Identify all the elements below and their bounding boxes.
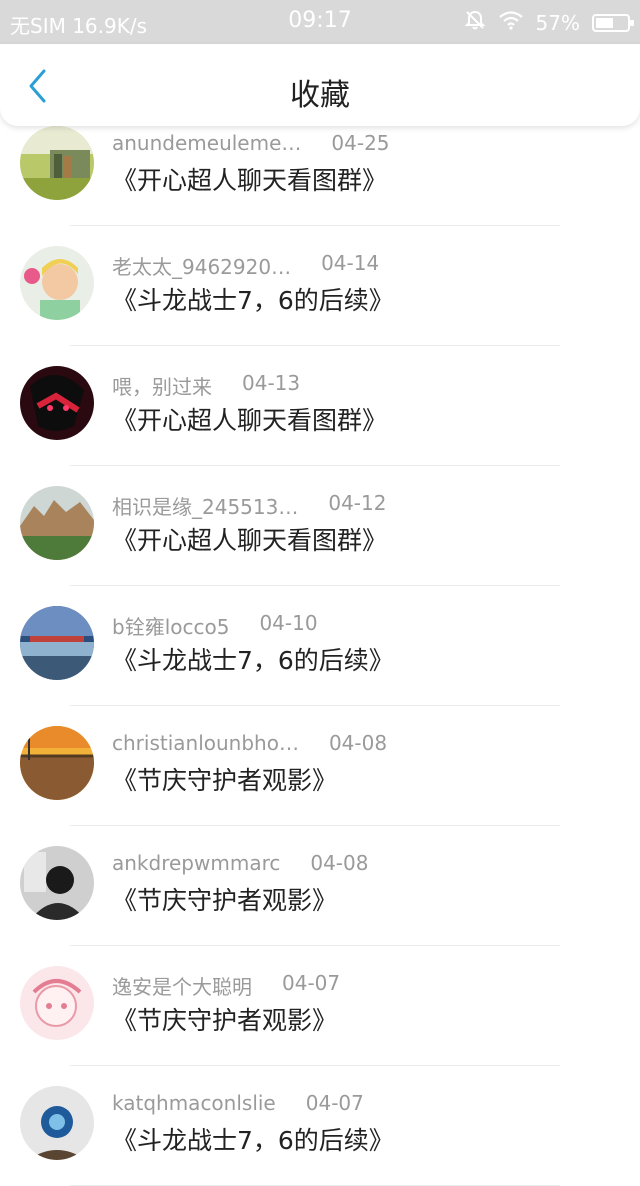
avatar[interactable] — [20, 486, 94, 560]
favorite-item[interactable]: 喂，别过来 04-13 《开心超人聊天看图群》 — [0, 346, 640, 466]
item-meta: anundemeuleme… 04-25 — [112, 131, 390, 155]
item-meta: 老太太_9462920… 04-14 — [112, 251, 379, 280]
date-label: 04-07 — [282, 971, 341, 995]
avatar[interactable] — [20, 366, 94, 440]
favorite-title[interactable]: 《节庆守护者观影》 — [112, 881, 337, 917]
date-label: 04-08 — [328, 731, 388, 755]
date-label: 04-08 — [310, 851, 369, 875]
author-name: 喂，别过来 — [112, 375, 212, 399]
author-name: christianlounbho… — [112, 731, 299, 755]
avatar[interactable] — [20, 1086, 94, 1160]
item-meta: ankdrepwmmarc 04-08 — [112, 851, 368, 875]
favorite-title[interactable]: 《节庆守护者观影》 — [112, 1001, 337, 1037]
avatar[interactable] — [20, 726, 94, 800]
avatar[interactable] — [20, 966, 94, 1040]
status-bar: 无SIM 16.9K/s 09:17 57% — [0, 0, 640, 44]
item-meta: christianlounbho… 04-08 — [112, 731, 387, 755]
favorite-title[interactable]: 《开心超人聊天看图群》 — [112, 521, 387, 557]
avatar[interactable] — [20, 846, 94, 920]
avatar[interactable] — [20, 126, 94, 200]
avatar[interactable] — [20, 246, 94, 320]
item-meta: b铨雍locco5 04-10 — [112, 611, 318, 640]
author-name: 逸安是个大聪明 — [112, 975, 252, 999]
author-name: anundemeuleme… — [112, 131, 302, 155]
favorite-title[interactable]: 《节庆守护者观影》 — [112, 761, 337, 797]
author-name: katqhmaconlslie — [112, 1091, 276, 1115]
battery-percent: 57% — [535, 10, 580, 35]
date-label: 04-25 — [331, 131, 390, 155]
status-icons: 57% — [464, 9, 634, 36]
author-name: b铨雍locco5 — [112, 615, 230, 639]
date-label: 04-12 — [328, 491, 387, 515]
favorite-item[interactable]: christianlounbho… 04-08 《节庆守护者观影》 — [0, 706, 640, 826]
favorite-item[interactable]: 老太太_9462920… 04-14 《斗龙战士7，6的后续》 — [0, 226, 640, 346]
wifi-icon — [498, 10, 524, 35]
favorite-item[interactable]: katqhmaconlslie 04-07 《斗龙战士7，6的后续》 — [0, 1066, 640, 1186]
favorite-title[interactable]: 《开心超人聊天看图群》 — [112, 401, 387, 437]
favorites-list: anundemeuleme… 04-25 《开心超人聊天看图群》 老太太_946292… — [0, 106, 640, 1186]
battery-level — [596, 17, 614, 28]
author-name: 相识是缘_245513… — [112, 495, 299, 519]
favorite-item[interactable]: 相识是缘_245513… 04-12 《开心超人聊天看图群》 — [0, 466, 640, 586]
date-label: 04-14 — [321, 251, 380, 275]
item-meta: 相识是缘_245513… 04-12 — [112, 491, 386, 520]
page-title: 收藏 — [290, 78, 350, 113]
author-name: ankdrepwmmarc — [112, 851, 281, 875]
favorite-item[interactable]: b铨雍locco5 04-10 《斗龙战士7，6的后续》 — [0, 586, 640, 706]
item-meta: 逸安是个大聪明 04-07 — [112, 971, 340, 1000]
top-nav: 收藏 — [0, 44, 640, 126]
favorite-title[interactable]: 《开心超人聊天看图群》 — [112, 161, 387, 197]
mute-icon — [464, 9, 486, 36]
author-name: 老太太_9462920… — [112, 255, 292, 279]
date-label: 04-13 — [242, 371, 301, 395]
date-label: 04-07 — [305, 1091, 364, 1115]
favorite-title[interactable]: 《斗龙战士7，6的后续》 — [112, 641, 394, 677]
avatar[interactable] — [20, 606, 94, 680]
favorite-item[interactable]: ankdrepwmmarc 04-08 《节庆守护者观影》 — [0, 826, 640, 946]
item-meta: katqhmaconlslie 04-07 — [112, 1091, 364, 1115]
battery-icon — [592, 13, 634, 32]
favorite-title[interactable]: 《斗龙战士7，6的后续》 — [112, 281, 394, 317]
favorite-title[interactable]: 《斗龙战士7，6的后续》 — [112, 1121, 394, 1157]
item-meta: 喂，别过来 04-13 — [112, 371, 300, 400]
favorite-item[interactable]: 逸安是个大聪明 04-07 《节庆守护者观影》 — [0, 946, 640, 1066]
date-label: 04-10 — [259, 611, 318, 635]
